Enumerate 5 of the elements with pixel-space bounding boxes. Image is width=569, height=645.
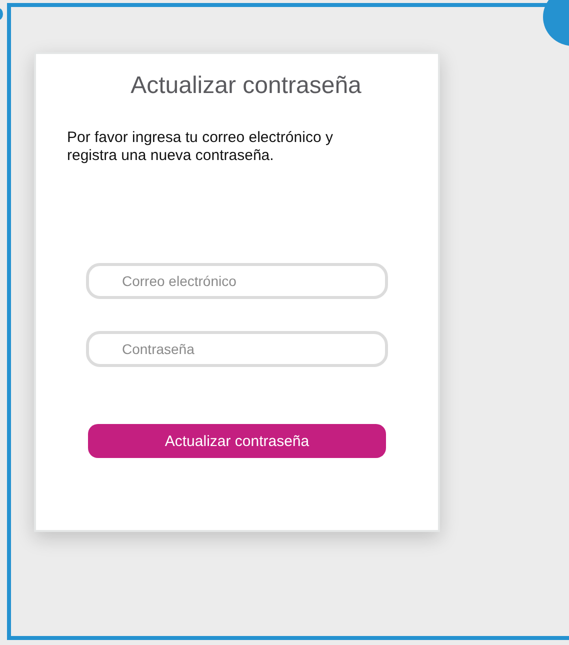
input-field[interactable]: Contraseña	[86, 331, 388, 367]
input-field[interactable]: Correo electrónico	[86, 263, 388, 299]
instructions-text: Por favor ingresa tu correo electrónico y registra una nueva contraseña.	[67, 129, 334, 165]
card-title: Actualizar contraseña	[130, 72, 362, 100]
submit-button[interactable]: Actualizar contraseña	[88, 424, 386, 458]
